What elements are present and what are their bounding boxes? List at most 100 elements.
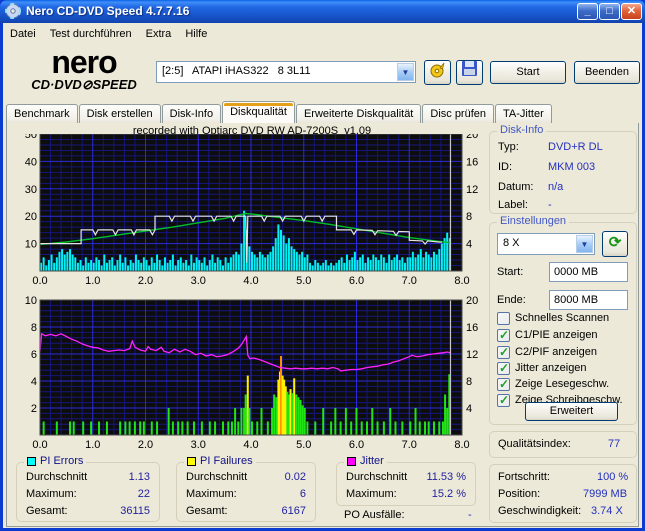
disk-id-value: MKM 003 bbox=[548, 161, 596, 173]
svg-text:20: 20 bbox=[25, 211, 37, 223]
avg-label: Durchschnitt bbox=[186, 471, 248, 483]
tab-diskqualitaet[interactable]: Diskqualität bbox=[222, 101, 295, 124]
checkbox-lesegeschw[interactable]: Zeige Lesegeschw. bbox=[497, 377, 609, 391]
advanced-button[interactable]: Erweitert bbox=[525, 402, 618, 421]
tab-disk-info[interactable]: Disk-Info bbox=[161, 104, 222, 124]
menu-extra[interactable]: Extra bbox=[139, 26, 179, 42]
quit-button[interactable]: Beenden bbox=[574, 61, 640, 84]
disk-info-caption: Disk-Info bbox=[497, 124, 547, 136]
svg-text:4: 4 bbox=[31, 376, 37, 388]
svg-text:0.0: 0.0 bbox=[32, 275, 47, 287]
checkbox-schnelles-scannen[interactable]: Schnelles Scannen bbox=[497, 311, 609, 325]
progress-label: Fortschritt: bbox=[498, 471, 550, 483]
chevron-down-icon[interactable]: ▼ bbox=[397, 63, 414, 81]
svg-text:3.0: 3.0 bbox=[191, 439, 206, 451]
max-label: Maximum: bbox=[26, 488, 77, 500]
tab-benchmark[interactable]: Benchmark bbox=[6, 104, 78, 124]
jitter-group: Jitter Durchschnitt 11.53 % Maximum: 15.2 … bbox=[336, 455, 476, 506]
eject-disc-button[interactable] bbox=[424, 60, 451, 85]
svg-text:30: 30 bbox=[25, 184, 37, 196]
speed-select[interactable]: 8 X ▼ bbox=[497, 233, 595, 255]
checkbox-box[interactable] bbox=[497, 361, 510, 375]
tab-disk-erstellen[interactable]: Disk erstellen bbox=[78, 104, 161, 124]
jitter-caption: Jitter bbox=[344, 455, 387, 467]
disk-datum-label: Datum: bbox=[498, 181, 534, 193]
checkbox-jitter[interactable]: Jitter anzeigen bbox=[497, 361, 587, 375]
pi-errors-caption: PI Errors bbox=[24, 455, 87, 467]
disk-datum-value: n/a bbox=[548, 181, 564, 193]
po-failures-label: PO Ausfälle: bbox=[344, 509, 405, 521]
app-icon bbox=[5, 3, 21, 19]
svg-text:50: 50 bbox=[25, 134, 37, 141]
menu-test-durchfuehren[interactable]: Test durchführen bbox=[43, 26, 139, 42]
menu-datei[interactable]: Datei bbox=[3, 26, 43, 42]
svg-text:8: 8 bbox=[466, 376, 472, 388]
svg-text:2.0: 2.0 bbox=[138, 275, 153, 287]
pi-failures-caption: PI Failures bbox=[184, 455, 256, 467]
settings-caption: Einstellungen bbox=[497, 215, 570, 227]
tab-erweiterte-diskqualitaet[interactable]: Erweiterte Diskqualität bbox=[295, 104, 422, 124]
checkbox-box[interactable] bbox=[497, 328, 510, 342]
disk-typ-value: DVD+R DL bbox=[548, 141, 603, 153]
checkbox-box[interactable] bbox=[497, 311, 510, 325]
tab-strip: Benchmark Disk erstellen Disk-Info Diskq… bbox=[6, 101, 553, 124]
avg-value: 1.13 bbox=[128, 471, 150, 483]
refresh-button[interactable]: ⟳ bbox=[602, 231, 628, 257]
checkbox-c1-pie[interactable]: C1/PIE anzeigen bbox=[497, 328, 598, 342]
checkbox-box[interactable] bbox=[497, 345, 510, 359]
pif-jitter-chart: 2 4 6 8 10 4 8 12 16 20 0.0 1.0 2.0 3.0 4.0 5.0 6.0 7.0 8.… bbox=[14, 295, 482, 454]
checkbox-c2-pif[interactable]: C2/PIF anzeigen bbox=[497, 345, 597, 359]
jitter-swatch bbox=[347, 456, 356, 466]
minimize-button[interactable]: _ bbox=[577, 3, 598, 20]
po-failures-value: - bbox=[468, 509, 472, 521]
start-mb-label: Start: bbox=[497, 266, 524, 278]
save-icon bbox=[462, 61, 477, 76]
svg-text:8.0: 8.0 bbox=[454, 275, 469, 287]
menu-hilfe[interactable]: Hilfe bbox=[178, 26, 214, 42]
end-mb-label: Ende: bbox=[497, 294, 526, 306]
avg-label: Durchschnitt bbox=[346, 471, 408, 483]
tab-disc-pruefen[interactable]: Disc prüfen bbox=[422, 104, 495, 124]
svg-text:8: 8 bbox=[466, 211, 472, 223]
total-value: 6167 bbox=[281, 505, 306, 517]
pi-failures-swatch bbox=[187, 456, 196, 466]
refresh-icon: ⟳ bbox=[608, 234, 622, 251]
svg-text:5.0: 5.0 bbox=[296, 439, 311, 451]
svg-text:4: 4 bbox=[466, 239, 472, 251]
end-mb-field[interactable]: 8000 MB bbox=[549, 290, 628, 310]
disk-label-label: Label: bbox=[498, 199, 528, 211]
svg-text:10: 10 bbox=[25, 296, 37, 307]
maximize-button[interactable]: □ bbox=[599, 3, 620, 20]
svg-text:20: 20 bbox=[466, 296, 478, 307]
checkbox-box[interactable] bbox=[497, 377, 510, 391]
svg-text:4.0: 4.0 bbox=[243, 439, 258, 451]
svg-text:7.0: 7.0 bbox=[402, 275, 417, 287]
total-label: Gesamt: bbox=[186, 505, 228, 517]
svg-text:12: 12 bbox=[466, 184, 478, 196]
title-bar: Nero CD-DVD Speed 4.7.7.16 _ □ ✕ bbox=[0, 0, 645, 23]
save-button[interactable] bbox=[456, 60, 483, 85]
chevron-down-icon[interactable]: ▼ bbox=[576, 235, 593, 253]
checkbox-box[interactable] bbox=[497, 393, 510, 407]
svg-text:6.0: 6.0 bbox=[349, 439, 364, 451]
speed-label: Geschwindigkeit: bbox=[498, 505, 582, 517]
svg-text:20: 20 bbox=[466, 134, 478, 141]
close-button[interactable]: ✕ bbox=[621, 3, 642, 20]
svg-text:10: 10 bbox=[25, 239, 37, 251]
speed-select-value: 8 X bbox=[503, 237, 520, 249]
start-mb-field[interactable]: 0000 MB bbox=[549, 262, 628, 282]
pi-failures-group: PI Failures Durchschnitt 0.02 Maximum: 6 G… bbox=[176, 455, 316, 522]
tab-ta-jitter[interactable]: TA-Jitter bbox=[495, 104, 552, 124]
start-button[interactable]: Start bbox=[490, 61, 566, 84]
svg-text:4.0: 4.0 bbox=[243, 275, 258, 287]
max-label: Maximum: bbox=[346, 488, 397, 500]
pi-failures-caption-text: PI Failures bbox=[200, 455, 253, 467]
disk-id-label: ID: bbox=[498, 161, 513, 173]
drive-select-value: [2:5] ATAPI iHAS322 8 3L11 bbox=[162, 65, 311, 77]
app-window: Nero CD-DVD Speed 4.7.7.16 _ □ ✕ Datei T… bbox=[0, 0, 645, 531]
quality-index-label: Qualitätsindex: bbox=[498, 438, 571, 450]
svg-text:2.0: 2.0 bbox=[138, 439, 153, 451]
disk-label-value: - bbox=[548, 199, 552, 211]
drive-select[interactable]: [2:5] ATAPI iHAS322 8 3L11 ▼ bbox=[156, 61, 416, 83]
svg-text:5.0: 5.0 bbox=[296, 275, 311, 287]
